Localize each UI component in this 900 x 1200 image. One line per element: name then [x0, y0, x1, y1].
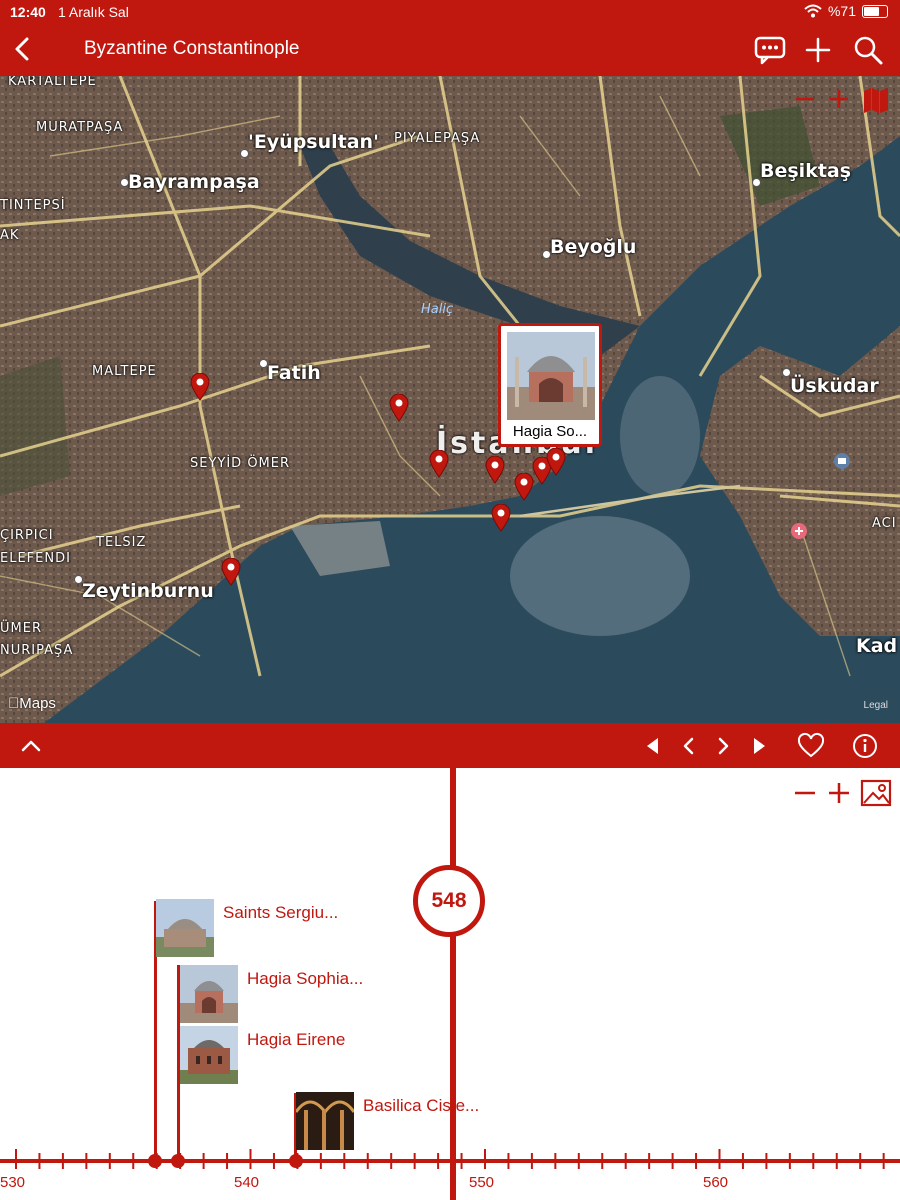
chevron-up-icon[interactable] [16, 731, 46, 761]
map-label-fatih: Fatih [267, 362, 321, 384]
status-time: 12:40 [10, 4, 46, 20]
status-date: 1 Aralık Sal [58, 4, 129, 20]
maps-attribution-text: Maps [8, 695, 56, 712]
search-icon[interactable] [852, 34, 884, 66]
tick-label: 550 [469, 1174, 495, 1191]
legal-link[interactable]: Legal [864, 700, 888, 711]
map-label-eyupsultan: 'Eyüpsultan' [248, 131, 379, 153]
map-dot [74, 575, 83, 584]
map-pin[interactable] [491, 504, 511, 532]
event-thumbnail[interactable] [180, 1026, 238, 1084]
event-title[interactable]: Hagia Sophia... [247, 969, 363, 989]
hospital-poi-icon [791, 523, 807, 539]
tick-label: 530 [0, 1174, 26, 1191]
bottom-toolbar [0, 723, 900, 768]
map-label-uskudar: Üsküdar [790, 375, 879, 397]
map-zoom-in-icon[interactable] [826, 86, 852, 112]
map-pin[interactable] [389, 394, 409, 422]
map-zoom-out-icon[interactable] [792, 86, 818, 112]
map-label-kartaltepe: KARTALTEPE [8, 76, 97, 89]
nav-bar: Byzantine Constantinople [0, 24, 900, 76]
map-label-aci: ACI [872, 516, 897, 531]
map-label-kad: Kad [856, 635, 898, 657]
hagia-sophia-thumbnail [507, 332, 595, 420]
event-thumbnail[interactable] [296, 1092, 354, 1150]
tick-label: 560 [703, 1174, 729, 1191]
map-label-beyoglu: Beyoğlu [550, 236, 637, 258]
image-toggle-icon[interactable] [860, 778, 892, 808]
map-label-bayrampasa: Bayrampaşa [128, 171, 260, 193]
map-pin[interactable] [221, 558, 241, 586]
map-dot [120, 178, 129, 187]
current-year-indicator[interactable]: 548 [413, 865, 485, 937]
map-label-zeytinburnu: Zeytinburnu [82, 580, 214, 602]
add-icon[interactable] [802, 34, 834, 66]
first-icon[interactable] [638, 731, 668, 761]
timeline-graphics [0, 768, 900, 1200]
map-label-elefendi: ELEFENDI [0, 551, 71, 566]
map-callout[interactable]: Hagia So... [498, 323, 602, 447]
map-label-halic: Haliç [421, 302, 454, 317]
previous-icon[interactable] [674, 731, 704, 761]
timeline-zoom-out-icon[interactable] [792, 780, 818, 806]
tick-label: 540 [234, 1174, 260, 1191]
map-view[interactable]: KARTALTEPE MURATPAŞA 'Eyüpsultan' PIYALE… [0, 76, 900, 723]
last-icon[interactable] [744, 731, 774, 761]
callout-label: Hagia So... [512, 423, 588, 440]
map-dot [542, 250, 551, 259]
map-pin[interactable] [546, 448, 566, 476]
status-bar: 12:40 1 Aralık Sal %71 [0, 0, 900, 24]
map-pin[interactable] [429, 450, 449, 478]
event-thumbnail[interactable] [180, 965, 238, 1023]
page-title: Byzantine Constantinople [84, 38, 300, 59]
event-title[interactable]: Basilica Ciste... [363, 1096, 479, 1116]
map-dot [782, 368, 791, 377]
back-chevron-icon[interactable] [8, 34, 38, 64]
map-pin[interactable] [514, 473, 534, 501]
map-label-umer: ÜMER [0, 621, 42, 636]
map-dot [259, 359, 268, 368]
map-label-cirpici: ÇIRPICI [0, 528, 54, 543]
map-label-ak: AK [0, 228, 20, 243]
event-title[interactable]: Hagia Eirene [247, 1030, 345, 1050]
map-dot [752, 178, 761, 187]
favorite-heart-icon[interactable] [796, 731, 826, 761]
info-icon[interactable] [850, 731, 880, 761]
map-label-besiktas: Beşiktaş [760, 160, 852, 182]
map-label-seyyidomer: SEYYİD ÖMER [190, 456, 291, 471]
event-title[interactable]: Saints Sergiu... [223, 903, 338, 923]
map-type-icon[interactable] [862, 86, 890, 114]
map-pin[interactable] [190, 373, 210, 401]
map-label-tintepsi: TINTEPSİ [0, 198, 66, 213]
map-label-telsiz: TELSIZ [96, 535, 147, 550]
battery-icon [862, 4, 888, 18]
battery-percent: %71 [827, 3, 856, 19]
map-label-maltepe: MALTEPE [92, 364, 157, 379]
maps-attribution: Maps [8, 695, 56, 712]
status-right: %71 [804, 3, 888, 19]
next-icon[interactable] [708, 731, 738, 761]
map-dot [240, 149, 249, 158]
map-pin[interactable] [485, 456, 505, 484]
timeline-panel[interactable]: 548 Saints Sergiu... Hagia Sophia... Hag… [0, 768, 900, 1200]
map-label-nuripasa: NURIPAŞA [0, 643, 74, 658]
timeline-zoom-in-icon[interactable] [826, 780, 852, 806]
poi-icon [834, 453, 850, 469]
map-label-muratpasa: MURATPAŞA [36, 120, 124, 135]
event-thumbnail[interactable] [156, 899, 214, 957]
map-label-piyalepasa: PIYALEPAŞA [394, 131, 481, 146]
comment-icon[interactable] [754, 34, 786, 66]
wifi-icon [804, 4, 822, 18]
